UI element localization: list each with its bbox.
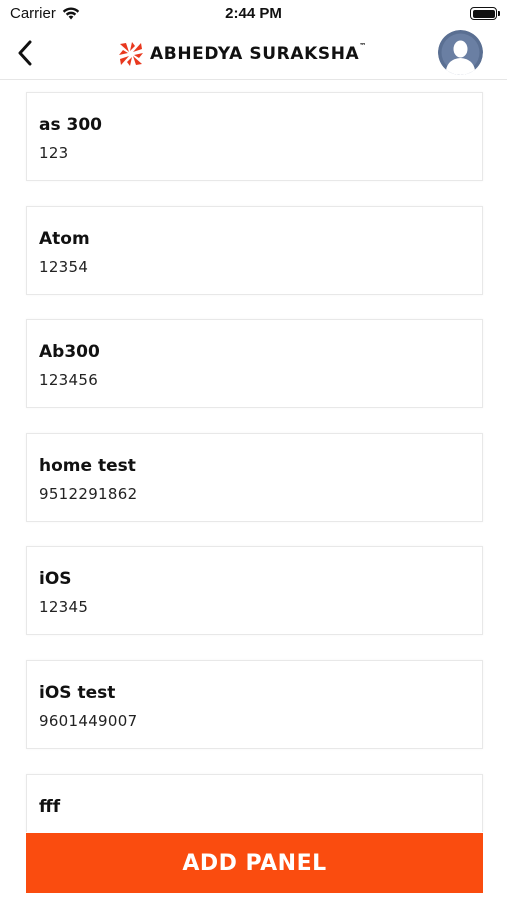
panel-number: 123 <box>39 144 69 162</box>
panel-card[interactable]: iOS 12345 <box>26 546 483 635</box>
add-panel-button[interactable]: ADD PANEL <box>26 833 483 893</box>
panel-card[interactable]: as 300 123 <box>26 92 483 181</box>
chevron-left-icon <box>18 40 32 66</box>
panel-name: iOS <box>39 569 72 589</box>
panel-name: as 300 <box>39 115 102 135</box>
screen: Carrier 2:44 PM ABHEDYA SURAKSHA™ as 300… <box>0 0 507 900</box>
panel-name: Ab300 <box>39 342 100 362</box>
panel-card[interactable]: Atom 12354 <box>26 206 483 295</box>
app-logo: ABHEDYA SURAKSHA™ <box>118 41 367 67</box>
status-bar: Carrier 2:44 PM <box>0 0 507 28</box>
panel-number: 9512291862 <box>39 485 138 503</box>
panel-number: 12345 <box>39 598 89 616</box>
back-button[interactable] <box>10 38 40 68</box>
panel-name: Atom <box>39 229 90 249</box>
nav-bar: ABHEDYA SURAKSHA™ <box>0 28 507 80</box>
panel-card[interactable]: home test 9512291862 <box>26 433 483 522</box>
panel-card[interactable]: Ab300 123456 <box>26 319 483 408</box>
panel-name: iOS test <box>39 683 116 703</box>
status-time: 2:44 PM <box>225 5 282 22</box>
battery-icon <box>470 7 500 20</box>
panel-card[interactable]: fff <box>26 774 483 832</box>
logo-mark-icon <box>119 42 143 66</box>
panel-number: 123456 <box>39 371 99 389</box>
panel-card[interactable]: iOS test 9601449007 <box>26 660 483 749</box>
user-avatar-icon <box>438 30 483 75</box>
panel-name: home test <box>39 456 136 476</box>
panel-name: fff <box>39 797 61 817</box>
panel-number: 9601449007 <box>39 712 138 730</box>
logo-text: ABHEDYA SURAKSHA™ <box>150 42 367 64</box>
panel-number: 12354 <box>39 258 89 276</box>
profile-avatar-button[interactable] <box>438 30 483 75</box>
panel-list[interactable]: as 300 123 Atom 12354 Ab300 123456 home … <box>0 80 507 832</box>
